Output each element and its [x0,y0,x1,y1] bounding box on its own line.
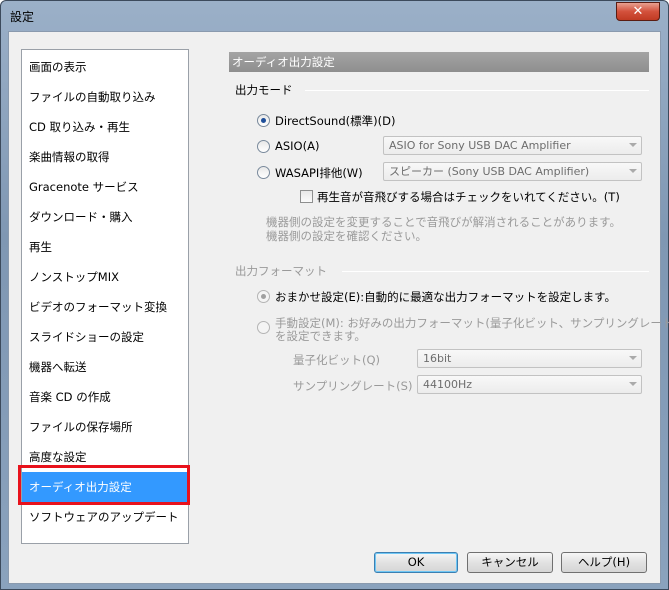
sidebar-item-software-update[interactable]: ソフトウェアのアップデート [22,502,188,532]
wasapi-device-value: スピーカー (Sony USB DAC Amplifier) [389,165,590,178]
settings-window: 設定 ✕ 画面の表示 ファイルの自動取り込み CD 取り込み・再生 楽曲情報の取… [0,0,669,590]
output-format-label: 出力フォーマット [235,264,327,278]
bit-depth-label: 量子化ビット(Q) [293,353,381,367]
sidebar-item-video-convert[interactable]: ビデオのフォーマット変換 [22,292,188,322]
sidebar-item-auto-import[interactable]: ファイルの自動取り込み [22,82,188,112]
help-button[interactable]: ヘルプ(H) [561,552,647,573]
audio-output-panel: オーディオ出力設定 出力モード DirectSound(標準)(D) ASIO(… [227,49,669,519]
bit-depth-select[interactable]: 16bit [417,349,642,368]
sidebar-item-advanced[interactable]: 高度な設定 [22,442,188,472]
category-list: 画面の表示 ファイルの自動取り込み CD 取り込み・再生 楽曲情報の取得 Gra… [21,49,189,544]
bit-depth-value: 16bit [423,352,452,365]
output-mode-label: 出力モード [235,83,293,97]
sidebar-item-playback[interactable]: 再生 [22,232,188,262]
sidebar-item-nonstop-mix[interactable]: ノンストップMIX [22,262,188,292]
close-button[interactable]: ✕ [616,2,660,21]
skip-fix-checkbox[interactable] [300,190,313,203]
chevron-down-icon [629,382,637,386]
wasapi-radio[interactable] [257,166,270,179]
directsound-radio[interactable] [257,114,270,127]
note-line-1: 機器側の設定を変更することで音飛びが解消されることがあります。 [266,215,622,229]
sidebar-item-track-info[interactable]: 楽曲情報の取得 [22,142,188,172]
asio-device-select[interactable]: ASIO for Sony USB DAC Amplifier [383,136,642,155]
auto-format-radio[interactable] [257,290,270,303]
sidebar-item-audio-output[interactable]: オーディオ出力設定 [22,472,188,502]
directsound-label[interactable]: DirectSound(標準)(D) [275,113,395,129]
close-icon: ✕ [632,4,644,19]
chevron-down-icon [629,169,637,173]
asio-radio[interactable] [257,140,270,153]
wasapi-device-select[interactable]: スピーカー (Sony USB DAC Amplifier) [383,162,642,181]
manual-format-radio[interactable] [257,321,270,334]
page-title: オーディオ出力設定 [229,52,649,72]
auto-format-label[interactable]: おまかせ設定(E):自動的に最適な出力フォーマットを設定します。 [275,289,616,305]
manual-format-label-2[interactable]: を設定できます。 [275,328,366,344]
window-title: 設定 [10,10,35,24]
sample-rate-label: サンプリングレート(S) [293,379,413,393]
wasapi-label[interactable]: WASAPI排他(W) [275,165,363,181]
sidebar-item-display[interactable]: 画面の表示 [22,52,188,82]
sidebar-item-slideshow[interactable]: スライドショーの設定 [22,322,188,352]
asio-label[interactable]: ASIO(A) [275,139,319,153]
sidebar-item-cd-import[interactable]: CD 取り込み・再生 [22,112,188,142]
sample-rate-select[interactable]: 44100Hz [417,375,642,394]
sidebar-item-download[interactable]: ダウンロード・購入 [22,202,188,232]
sample-rate-value: 44100Hz [423,378,473,391]
chevron-down-icon [629,143,637,147]
cancel-button[interactable]: キャンセル [467,552,553,573]
sidebar-item-save-location[interactable]: ファイルの保存場所 [22,412,188,442]
output-format-divider [342,271,649,272]
skip-fix-label[interactable]: 再生音が音飛びする場合はチェックをいれてください。(T) [317,189,620,205]
chevron-down-icon [629,356,637,360]
sidebar-item-burn-cd[interactable]: 音楽 CD の作成 [22,382,188,412]
sidebar-item-device-transfer[interactable]: 機器へ転送 [22,352,188,382]
asio-device-value: ASIO for Sony USB DAC Amplifier [389,139,571,152]
output-mode-divider [305,90,649,91]
dialog-body: 画面の表示 ファイルの自動取り込み CD 取り込み・再生 楽曲情報の取得 Gra… [8,31,669,584]
sidebar-item-gracenote[interactable]: Gracenote サービス [22,172,188,202]
ok-button[interactable]: OK [374,552,458,573]
note-line-2: 機器側の設定を確認ください。 [266,229,427,243]
title-bar[interactable]: 設定 ✕ [1,1,668,31]
